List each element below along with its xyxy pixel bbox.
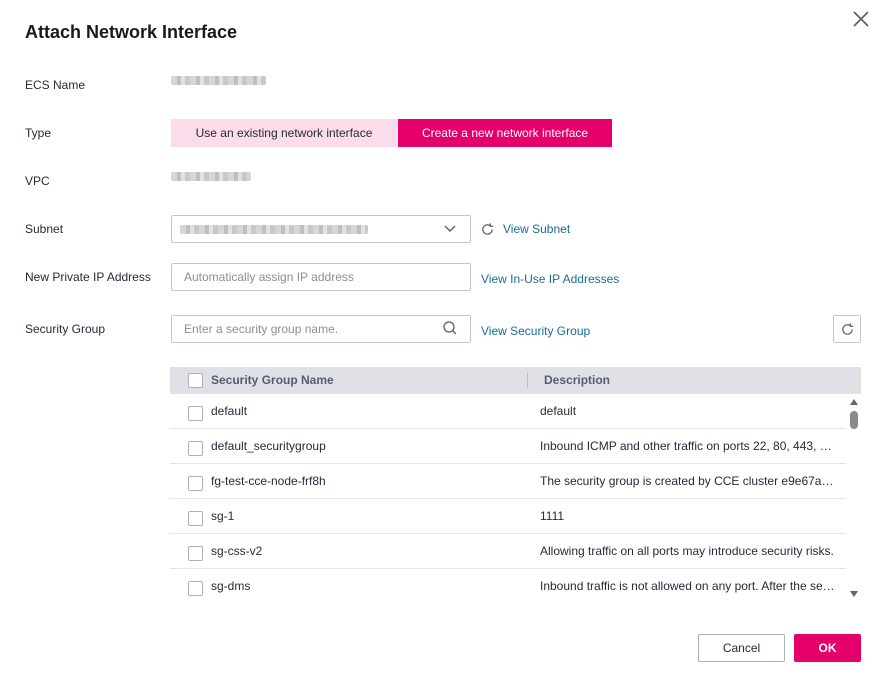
- column-header-name[interactable]: Security Group Name: [211, 367, 334, 394]
- row-checkbox[interactable]: [188, 546, 203, 561]
- type-label: Type: [25, 126, 52, 140]
- subnet-select[interactable]: [171, 215, 471, 243]
- column-header-description[interactable]: Description: [544, 367, 610, 394]
- security-group-description: default: [540, 404, 577, 418]
- refresh-icon[interactable]: [480, 222, 495, 237]
- ecs-name-value-redacted: [171, 76, 266, 85]
- view-in-use-ip-link[interactable]: View In-Use IP Addresses: [481, 272, 619, 286]
- type-option-existing[interactable]: Use an existing network interface: [171, 119, 397, 147]
- security-group-description: Inbound ICMP and other traffic on ports …: [540, 439, 836, 453]
- security-group-description: 1111: [540, 509, 565, 523]
- table-row[interactable]: default default: [170, 394, 846, 429]
- vpc-label: VPC: [25, 174, 50, 188]
- row-checkbox[interactable]: [188, 511, 203, 526]
- scroll-up-arrow-icon[interactable]: [850, 399, 858, 405]
- vpc-value-redacted: [171, 172, 251, 181]
- security-group-description: The security group is created by CCE clu…: [540, 474, 836, 488]
- scroll-down-arrow-icon[interactable]: [850, 591, 858, 597]
- security-group-table: Security Group Name Description default …: [170, 367, 861, 602]
- table-row[interactable]: sg-css-v2 Allowing traffic on all ports …: [170, 534, 846, 569]
- table-header: Security Group Name Description: [170, 367, 861, 394]
- chevron-down-icon: [444, 225, 456, 232]
- view-security-group-link[interactable]: View Security Group: [481, 324, 590, 338]
- row-checkbox[interactable]: [188, 581, 203, 596]
- close-icon[interactable]: [850, 8, 872, 30]
- table-row[interactable]: sg-1 1111: [170, 499, 846, 534]
- table-row[interactable]: fg-test-cce-node-frf8h The security grou…: [170, 464, 846, 499]
- row-checkbox[interactable]: [188, 441, 203, 456]
- private-ip-label: New Private IP Address: [25, 270, 151, 284]
- ok-button[interactable]: OK: [794, 634, 861, 662]
- table-row[interactable]: sg-dms Inbound traffic is not allowed on…: [170, 569, 846, 602]
- dialog-title: Attach Network Interface: [25, 22, 238, 42]
- security-group-name: sg-dms: [211, 579, 251, 593]
- subnet-value-redacted: [180, 225, 368, 234]
- table-row[interactable]: default_securitygroup Inbound ICMP and o…: [170, 429, 846, 464]
- row-checkbox[interactable]: [188, 406, 203, 421]
- refresh-security-group-button[interactable]: [833, 315, 861, 343]
- view-subnet-link[interactable]: View Subnet: [503, 222, 570, 236]
- row-checkbox[interactable]: [188, 476, 203, 491]
- column-divider: [527, 373, 528, 388]
- security-group-name: sg-1: [211, 509, 235, 523]
- security-group-description: Allowing traffic on all ports may introd…: [540, 544, 834, 558]
- type-option-new[interactable]: Create a new network interface: [398, 119, 612, 147]
- ecs-name-label: ECS Name: [25, 78, 86, 92]
- security-group-name: fg-test-cce-node-frf8h: [211, 474, 326, 488]
- security-group-name: sg-css-v2: [211, 544, 263, 558]
- table-scrollbar[interactable]: [847, 396, 861, 602]
- attach-network-interface-dialog: Attach Network Interface ECS Name Type U…: [0, 0, 885, 680]
- security-group-search-input[interactable]: [171, 315, 471, 343]
- security-group-description: Inbound traffic is not allowed on any po…: [540, 579, 836, 593]
- security-group-name: default_securitygroup: [211, 439, 326, 453]
- scrollbar-thumb[interactable]: [850, 411, 858, 429]
- select-all-checkbox[interactable]: [188, 373, 203, 388]
- subnet-label: Subnet: [25, 222, 64, 236]
- cancel-button[interactable]: Cancel: [698, 634, 785, 662]
- refresh-icon: [842, 323, 854, 335]
- security-group-label: Security Group: [25, 322, 106, 336]
- private-ip-input[interactable]: [171, 263, 471, 291]
- security-group-name: default: [211, 404, 248, 418]
- search-icon[interactable]: [442, 320, 458, 336]
